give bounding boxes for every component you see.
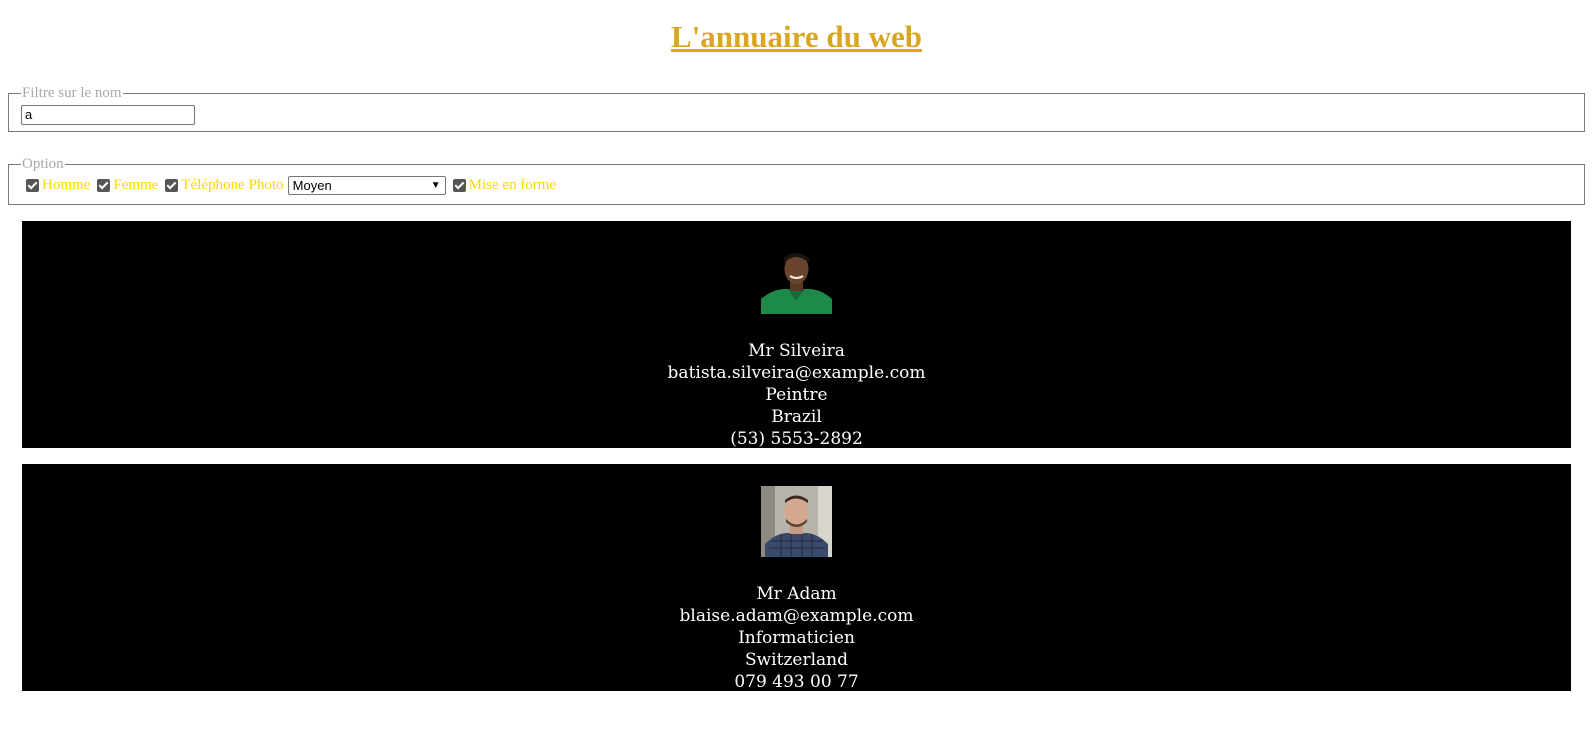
- man-plaid-shirt-photo: [761, 486, 832, 557]
- person-card: Mr Silveira batista.silveira@example.com…: [22, 221, 1571, 448]
- telephone-label: Téléphone: [181, 177, 245, 193]
- person-country: Switzerland: [744, 650, 848, 670]
- person-phone: (53) 5553-2892: [730, 429, 863, 448]
- options-legend: Option: [22, 156, 64, 172]
- person-email: batista.silveira@example.com: [667, 363, 926, 383]
- page-title: L'annuaire du web: [671, 19, 922, 54]
- name-filter-input[interactable]: [21, 104, 195, 125]
- person-job: Informaticien: [738, 628, 855, 648]
- person-phone: 079 493 00 77: [734, 672, 859, 691]
- person-card: Mr Adam blaise.adam@example.com Informat…: [22, 464, 1571, 691]
- options-group: Option Homme Femme Téléphone Photo Moyen…: [8, 156, 1585, 205]
- person-country: Brazil: [771, 407, 822, 427]
- header: L'annuaire du web: [0, 0, 1593, 74]
- femme-checkbox[interactable]: [97, 179, 111, 192]
- telephone-option[interactable]: Téléphone: [162, 177, 245, 194]
- photo-size-value: Moyen: [292, 178, 332, 193]
- person-name: Mr Silveira: [748, 341, 845, 361]
- person-job: Peintre: [765, 385, 828, 405]
- name-filter-legend: Filtre sur le nom: [22, 85, 122, 101]
- person-photo-icon: [761, 486, 832, 557]
- options-row: Homme Femme Téléphone Photo Moyen ▼ Mise…: [23, 176, 1572, 195]
- person-name: Mr Adam: [756, 584, 837, 604]
- femme-option[interactable]: Femme: [94, 177, 158, 194]
- person-info: Mr Adam blaise.adam@example.com Informat…: [22, 583, 1571, 691]
- mise-en-forme-checkbox[interactable]: [452, 179, 466, 192]
- mise-en-forme-option[interactable]: Mise en forme: [450, 177, 556, 194]
- person-email: blaise.adam@example.com: [679, 606, 914, 626]
- telephone-checkbox[interactable]: [165, 179, 179, 192]
- chevron-down-icon: ▼: [430, 180, 441, 191]
- homme-label: Homme: [42, 177, 91, 193]
- name-filter-group: Filtre sur le nom: [8, 85, 1585, 132]
- people-list: Mr Silveira batista.silveira@example.com…: [22, 221, 1571, 691]
- mise-en-forme-label: Mise en forme: [468, 177, 557, 193]
- person-info: Mr Silveira batista.silveira@example.com…: [22, 340, 1571, 448]
- homme-checkbox[interactable]: [26, 179, 39, 192]
- person-photo-icon: [761, 243, 832, 314]
- photo-size-select[interactable]: Moyen ▼: [287, 176, 446, 195]
- man-green-shirt-photo: [761, 243, 832, 314]
- homme-option[interactable]: Homme: [23, 177, 90, 194]
- photo-label: Photo: [248, 177, 284, 193]
- femme-label: Femme: [113, 177, 159, 193]
